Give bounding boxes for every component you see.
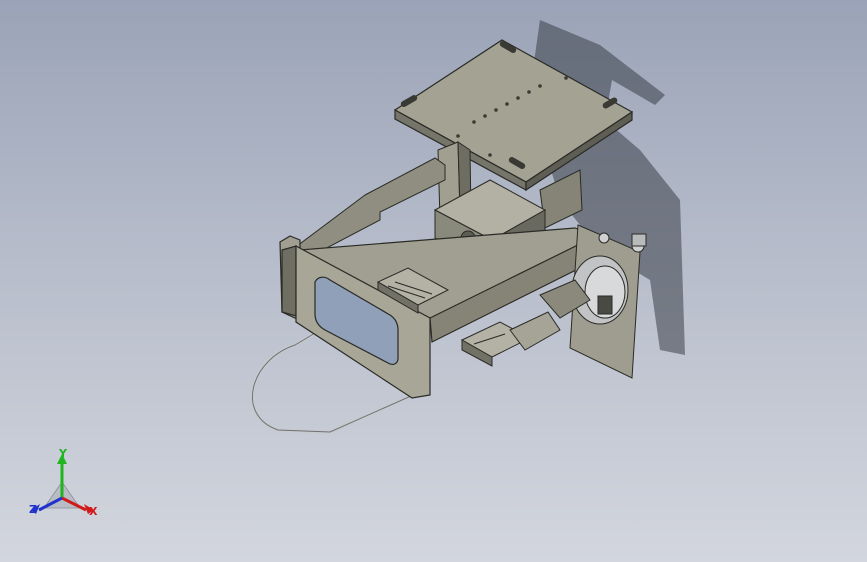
axis-triad: Y Z X	[22, 448, 106, 522]
axis-x-label: X	[89, 505, 98, 518]
pneumatic-fitting[interactable]	[631, 233, 647, 247]
axis-y-label: Y	[59, 447, 67, 460]
model-view[interactable]	[0, 0, 867, 562]
cad-viewport[interactable]: Y Z X	[0, 0, 867, 562]
axis-z-label: Z	[29, 503, 37, 516]
